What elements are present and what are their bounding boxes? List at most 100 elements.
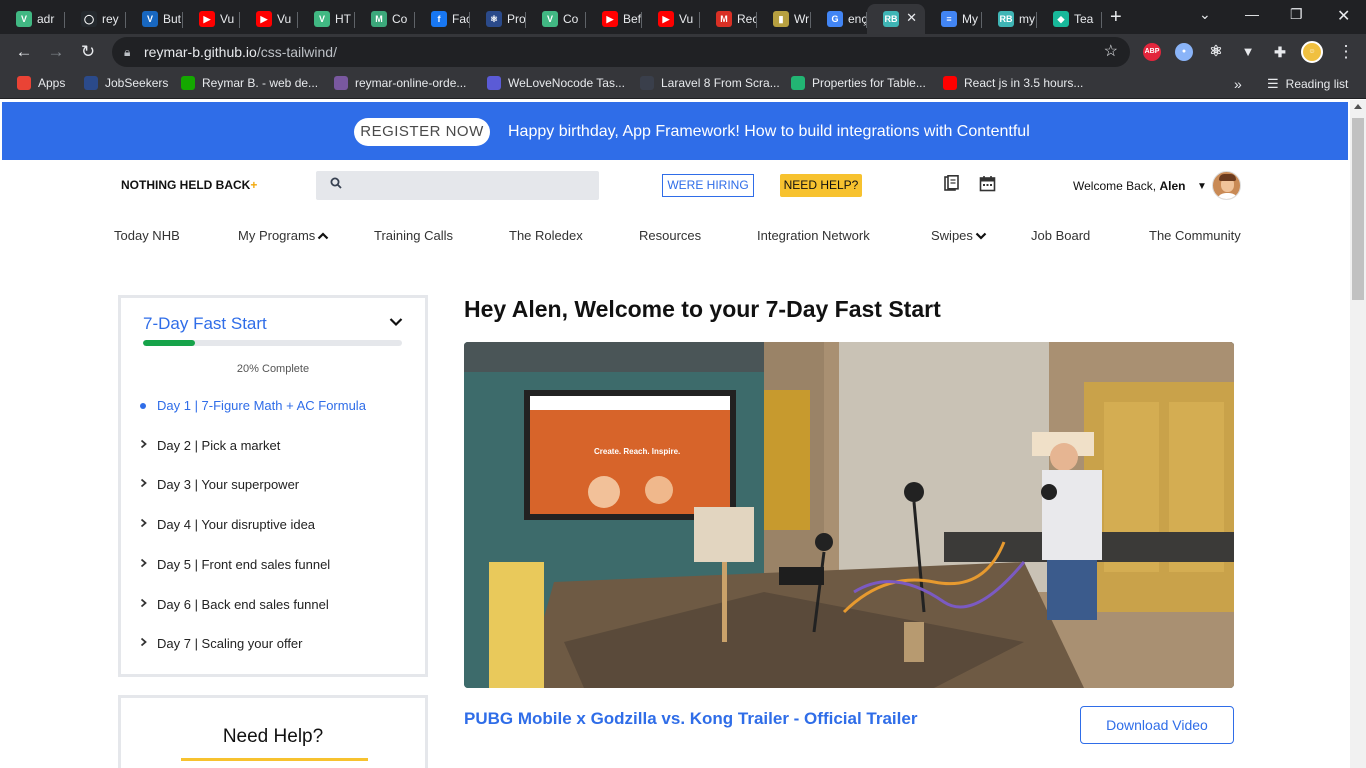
download-video-button[interactable]: Download Video: [1080, 706, 1234, 744]
browser-tab[interactable]: Vadr: [0, 4, 65, 34]
lesson-item[interactable]: Day 5 | Front end sales funnel: [129, 557, 330, 572]
scrollbar-thumb[interactable]: [1352, 118, 1364, 300]
bookmark-star-icon[interactable]: ☆: [1104, 37, 1118, 67]
banner-message[interactable]: Happy birthday, App Framework! How to bu…: [508, 123, 1030, 141]
nav-label: Swipes: [931, 228, 973, 243]
nav-item[interactable]: The Community: [1149, 228, 1241, 243]
bookmarks-overflow-icon[interactable]: »: [1234, 76, 1242, 92]
rb-icon: RB: [883, 11, 899, 27]
bookmark-item[interactable]: reymar-online-orde...: [334, 76, 466, 90]
browser-tab[interactable]: Genç: [811, 4, 867, 34]
nav-item[interactable]: Training Calls: [374, 228, 453, 243]
browser-tab[interactable]: ◆ Tea: [1037, 4, 1102, 34]
lock-icon: 🔒︎: [124, 45, 131, 59]
adblock-icon[interactable]: ABP: [1143, 43, 1161, 61]
lesson-item[interactable]: Day 1 | 7-Figure Math + AC Formula: [129, 398, 366, 413]
document-icon[interactable]: [943, 175, 960, 192]
chrome-menu-icon[interactable]: ⋮: [1334, 40, 1358, 64]
page-scrollbar[interactable]: [1350, 100, 1366, 768]
browser-tab[interactable]: ▶ Bef: [586, 4, 642, 34]
new-tab-button[interactable]: +: [1110, 6, 1122, 29]
bookmark-item[interactable]: WeLoveNocode Tas...: [487, 76, 625, 90]
reload-button[interactable]: ↻: [76, 40, 100, 64]
browser-tab[interactable]: f Fac: [415, 4, 470, 34]
tailwind-icon: [791, 76, 805, 90]
site-logo[interactable]: NOTHING HELD BACK+: [121, 178, 257, 192]
browser-tab[interactable]: ▶ Vu: [240, 4, 298, 34]
course-title[interactable]: 7-Day Fast Start: [143, 314, 267, 334]
lesson-item[interactable]: Day 4 | Your disruptive idea: [129, 517, 315, 532]
nav-label: My Programs: [238, 228, 316, 243]
tasks-icon: [487, 76, 501, 90]
browser-tab[interactable]: ▮ Wr: [757, 4, 811, 34]
nav-item[interactable]: Job Board: [1031, 228, 1090, 243]
browser-tab[interactable]: ≡ My: [925, 4, 982, 34]
forward-button[interactable]: →: [44, 40, 68, 64]
nav-item[interactable]: Today NHB: [114, 228, 180, 243]
nav-item[interactable]: Resources: [639, 228, 701, 243]
back-button[interactable]: ←: [12, 40, 36, 64]
lesson-item[interactable]: Day 2 | Pick a market: [129, 438, 280, 453]
reading-list-label: Reading list: [1285, 77, 1349, 91]
browser-tab[interactable]: ▶ Vu: [183, 4, 240, 34]
nav-item[interactable]: Integration Network: [757, 228, 870, 243]
bookmark-item[interactable]: Reymar B. - web de...: [181, 76, 318, 90]
chevron-down-icon[interactable]: [389, 314, 403, 332]
user-avatar[interactable]: [1212, 171, 1241, 200]
need-help-card: Need Help?: [118, 695, 428, 768]
facebook-icon: f: [431, 11, 447, 27]
tab-title: rey: [102, 12, 119, 26]
extension-circle-icon[interactable]: ●: [1175, 43, 1193, 61]
reading-list-button[interactable]: ☰ Reading list: [1267, 76, 1348, 92]
gmail-icon: M: [716, 11, 732, 27]
need-help-button[interactable]: NEED HELP?: [780, 174, 862, 197]
vue-devtools-icon[interactable]: ▼: [1239, 43, 1257, 61]
tab-title: But: [163, 12, 182, 26]
user-menu-caret-icon[interactable]: ▼: [1197, 181, 1207, 192]
bookmark-item[interactable]: Laravel 8 From Scra...: [640, 76, 780, 90]
lesson-item[interactable]: Day 3 | Your superpower: [129, 477, 299, 492]
browser-tab[interactable]: M Rec: [700, 4, 757, 34]
tab-title: Fac: [452, 12, 470, 26]
bookmark-item[interactable]: JobSeekers: [84, 76, 168, 90]
maximize-button[interactable]: ❐: [1290, 6, 1303, 23]
lesson-item[interactable]: Day 7 | Scaling your offer: [129, 636, 303, 651]
browser-tab[interactable]: RB my: [982, 4, 1037, 34]
bookmark-item[interactable]: React js in 3.5 hours...: [943, 76, 1083, 90]
lesson-item[interactable]: Day 6 | Back end sales funnel: [129, 597, 329, 612]
page-viewport: REGISTER NOW Happy birthday, App Framewo…: [0, 100, 1350, 768]
browser-tab[interactable]: ▶ Vu: [642, 4, 700, 34]
video-player[interactable]: Create. Reach. Inspire.: [464, 342, 1234, 688]
close-tab-icon[interactable]: ✕: [906, 10, 917, 26]
nav-item[interactable]: My Programs: [238, 228, 329, 243]
close-window-button[interactable]: ✕: [1337, 6, 1350, 26]
profile-avatar-icon[interactable]: ☺: [1301, 41, 1323, 63]
browser-tab[interactable]: ◯ rey: [65, 4, 126, 34]
extensions-puzzle-icon[interactable]: ✚: [1271, 43, 1289, 61]
search-input[interactable]: [316, 171, 599, 200]
calendar-icon[interactable]: [979, 175, 996, 192]
browser-tab[interactable]: V But: [126, 4, 183, 34]
register-now-button[interactable]: REGISTER NOW: [354, 118, 490, 146]
nav-label: Job Board: [1031, 228, 1091, 243]
browser-tab[interactable]: ⚛ Pro: [470, 4, 526, 34]
browser-tab[interactable]: V HT: [298, 4, 355, 34]
nav-item[interactable]: Swipes: [931, 228, 987, 243]
address-bar[interactable]: 🔒︎ reymar-b.github.io/css-tailwind/ ☆: [112, 37, 1130, 67]
react-devtools-icon[interactable]: ⚛: [1207, 43, 1225, 61]
course-sidebar: 7-Day Fast Start 20% Complete Day 1 | 7-…: [118, 295, 428, 677]
browser-tab[interactable]: RB ✕: [867, 4, 925, 34]
were-hiring-button[interactable]: WERE HIRING: [662, 174, 754, 197]
bookmark-item[interactable]: Apps: [17, 76, 65, 90]
tab-search-icon[interactable]: ⌄: [1199, 6, 1211, 23]
youtube-icon: ▶: [199, 11, 215, 27]
video-title[interactable]: PUBG Mobile x Godzilla vs. Kong Trailer …: [464, 709, 917, 729]
browser-tab[interactable]: M Co: [355, 4, 415, 34]
bookmark-item[interactable]: Properties for Table...: [791, 76, 926, 90]
minimize-button[interactable]: —: [1245, 6, 1259, 22]
user-name: Alen: [1159, 179, 1186, 193]
bookmark-label: Properties for Table...: [812, 76, 926, 90]
scroll-up-arrow-icon[interactable]: [1354, 104, 1362, 109]
nav-item[interactable]: The Roledex: [509, 228, 583, 243]
browser-tab[interactable]: V Co: [526, 4, 586, 34]
